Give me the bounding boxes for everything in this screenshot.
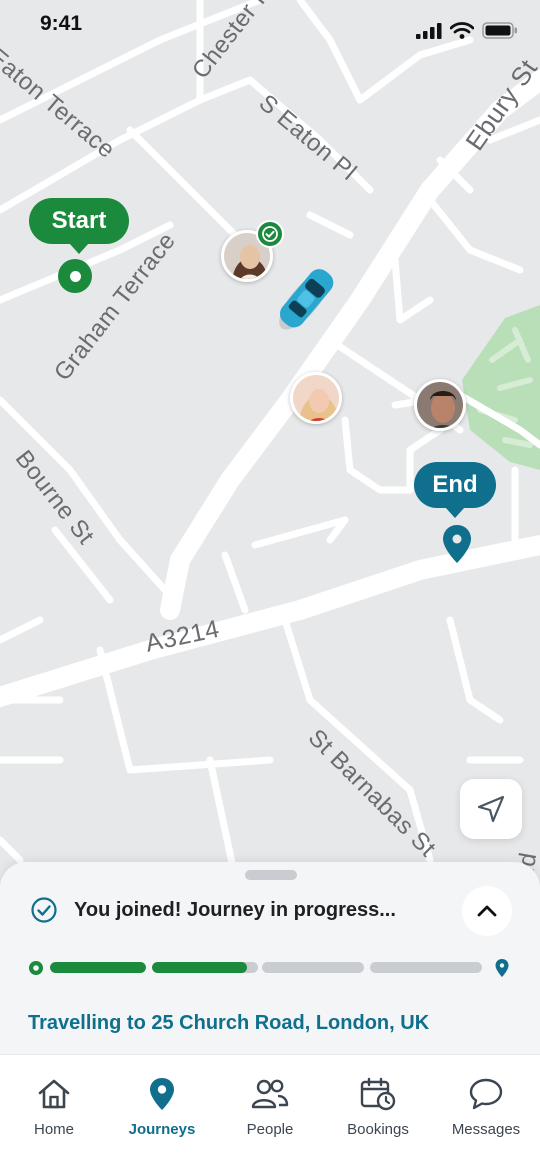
- tab-people-label: People: [246, 1121, 294, 1138]
- tab-messages[interactable]: Messages: [432, 1077, 540, 1138]
- destination-text: Travelling to 25 Church Road, London, UK: [28, 1012, 430, 1034]
- journey-sheet[interactable]: You joined! Journey in progress... Trave…: [0, 862, 540, 1062]
- signal-icon: [416, 22, 442, 39]
- progress-segment: [50, 962, 146, 973]
- start-label-text: Start: [51, 207, 107, 234]
- passenger-avatar-2[interactable]: [290, 372, 342, 424]
- tab-messages-label: Messages: [451, 1121, 521, 1138]
- tab-journeys-label: Journeys: [128, 1121, 196, 1138]
- progress-segment: [370, 962, 482, 973]
- tab-home[interactable]: Home: [0, 1077, 108, 1138]
- end-pin-icon[interactable]: [441, 524, 473, 564]
- start-label[interactable]: Start: [29, 198, 129, 254]
- tab-journeys[interactable]: Journeys: [108, 1077, 216, 1138]
- tab-bar: Home Journeys People Bookings Messages: [0, 1054, 540, 1170]
- journey-status-text: You joined! Journey in progress...: [74, 898, 396, 921]
- progress-segment: [262, 962, 364, 973]
- end-label[interactable]: End: [414, 462, 496, 518]
- map-pin-icon: [150, 1078, 174, 1110]
- check-circle-icon: [31, 897, 57, 923]
- joined-check-icon: [256, 220, 284, 248]
- journey-progress: [28, 958, 514, 978]
- chevron-up-icon: [477, 905, 497, 917]
- screen: Eaton Terrace Chester R S Eaton Pl Ebury…: [0, 0, 540, 1170]
- tab-bookings[interactable]: Bookings: [324, 1077, 432, 1138]
- journey-status-row: You joined! Journey in progress...: [30, 896, 396, 924]
- start-point-icon[interactable]: [58, 259, 92, 293]
- status-icons: [416, 22, 518, 39]
- sheet-drag-handle[interactable]: [245, 870, 297, 880]
- map[interactable]: Eaton Terrace Chester R S Eaton Pl Ebury…: [0, 0, 540, 900]
- navigation-arrow-icon: [477, 795, 505, 823]
- people-icon: [251, 1079, 289, 1109]
- home-icon: [38, 1079, 70, 1109]
- car-icon: [279, 269, 334, 330]
- tab-home-label: Home: [33, 1121, 74, 1138]
- progress-start-icon: [29, 961, 43, 975]
- battery-icon: [482, 22, 517, 39]
- chat-bubble-icon: [469, 1078, 503, 1110]
- status-time: 9:41: [40, 12, 83, 35]
- tab-people[interactable]: People: [216, 1077, 324, 1138]
- calendar-clock-icon: [360, 1077, 396, 1111]
- end-label-text: End: [432, 471, 478, 498]
- progress-segment: [152, 962, 258, 973]
- locate-me-button[interactable]: [460, 779, 522, 839]
- expand-sheet-button[interactable]: [462, 886, 512, 936]
- wifi-icon: [450, 22, 474, 39]
- status-bar: 9:41: [0, 0, 540, 52]
- progress-end-pin-icon: [495, 959, 509, 977]
- tab-bookings-label: Bookings: [347, 1121, 409, 1138]
- passenger-avatar-3[interactable]: [414, 379, 466, 431]
